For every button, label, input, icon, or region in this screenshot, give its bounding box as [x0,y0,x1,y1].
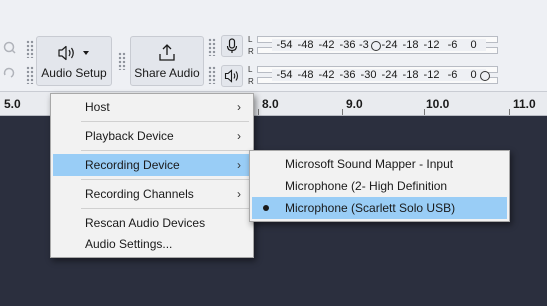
playback-meter-scale: -54 -48 -42 -36 -30 -24 -18 -12 -6 0 [272,69,486,81]
menu-item-host[interactable]: Host › [53,96,251,118]
submenu-item-microphone-scarlett[interactable]: Microphone (Scarlett Solo USB) [252,197,507,219]
recording-level-handle[interactable] [371,41,381,51]
record-meter-button[interactable] [221,35,243,57]
playback-level-handle[interactable] [480,71,490,81]
toolbar-grip[interactable] [26,40,34,58]
toolbar-grip[interactable] [208,38,216,56]
zoom-in-icon[interactable] [0,36,18,58]
audio-setup-menu: Host › Playback Device › Recording Devic… [50,93,254,258]
meter-right-channel-label: R [248,47,254,56]
submenu-item-sound-mapper[interactable]: Microsoft Sound Mapper - Input [252,153,507,175]
menu-item-playback-device[interactable]: Playback Device › [53,125,251,147]
ruler-label: 5.0 [4,97,21,111]
upload-icon [159,44,175,61]
playback-meter[interactable]: L R -54 -48 -42 -36 -30 -24 -18 -12 -6 0 [248,65,498,87]
toolbar-grip[interactable] [208,66,216,84]
meter-right-channel-label: R [248,77,254,86]
menu-item-recording-channels[interactable]: Recording Channels › [53,183,251,205]
share-audio-label: Share Audio [134,66,200,80]
chevron-right-icon: › [237,129,241,143]
recording-meter[interactable]: L R -54 -48 -42 -36 -3 -24 -18 -12 -6 0 [248,35,498,57]
menu-separator [81,150,249,151]
ruler-label: 10.0 [426,97,450,111]
menu-item-recording-device[interactable]: Recording Device › [53,154,251,176]
menu-separator [81,179,249,180]
ruler-label: 11.0 [513,97,536,111]
selected-radio-icon [263,205,269,211]
chevron-right-icon: › [237,100,241,114]
toolbar: Audio Setup Share Audio L R -54 -48 -42 … [0,0,547,92]
toolbar-grip[interactable] [26,66,34,84]
toolbar-grip[interactable] [118,52,126,70]
meter-left-channel-label: L [248,35,253,44]
chevron-right-icon: › [237,187,241,201]
meter-left-channel-label: L [248,65,253,74]
audio-setup-button[interactable]: Audio Setup [36,36,112,86]
speaker-icon [224,69,239,83]
menu-item-audio-settings[interactable]: Audio Settings... [53,233,251,255]
submenu-item-microphone-high-definition[interactable]: Microphone (2- High Definition [252,175,507,197]
speaker-icon [58,45,74,61]
menu-item-rescan-audio-devices[interactable]: Rescan Audio Devices [53,212,251,234]
playback-meter-button[interactable] [221,65,243,87]
menu-separator [81,208,249,209]
redo-icon[interactable] [0,62,18,84]
chevron-right-icon: › [237,158,241,172]
ruler-label: 9.0 [346,97,363,111]
caret-down-icon [83,51,89,55]
share-audio-button[interactable]: Share Audio [130,36,204,86]
menu-separator [81,121,249,122]
audio-setup-label: Audio Setup [41,66,107,80]
recording-device-submenu: Microsoft Sound Mapper - Input Microphon… [249,150,510,222]
microphone-icon [226,38,238,53]
ruler-label: 8.0 [262,97,279,111]
